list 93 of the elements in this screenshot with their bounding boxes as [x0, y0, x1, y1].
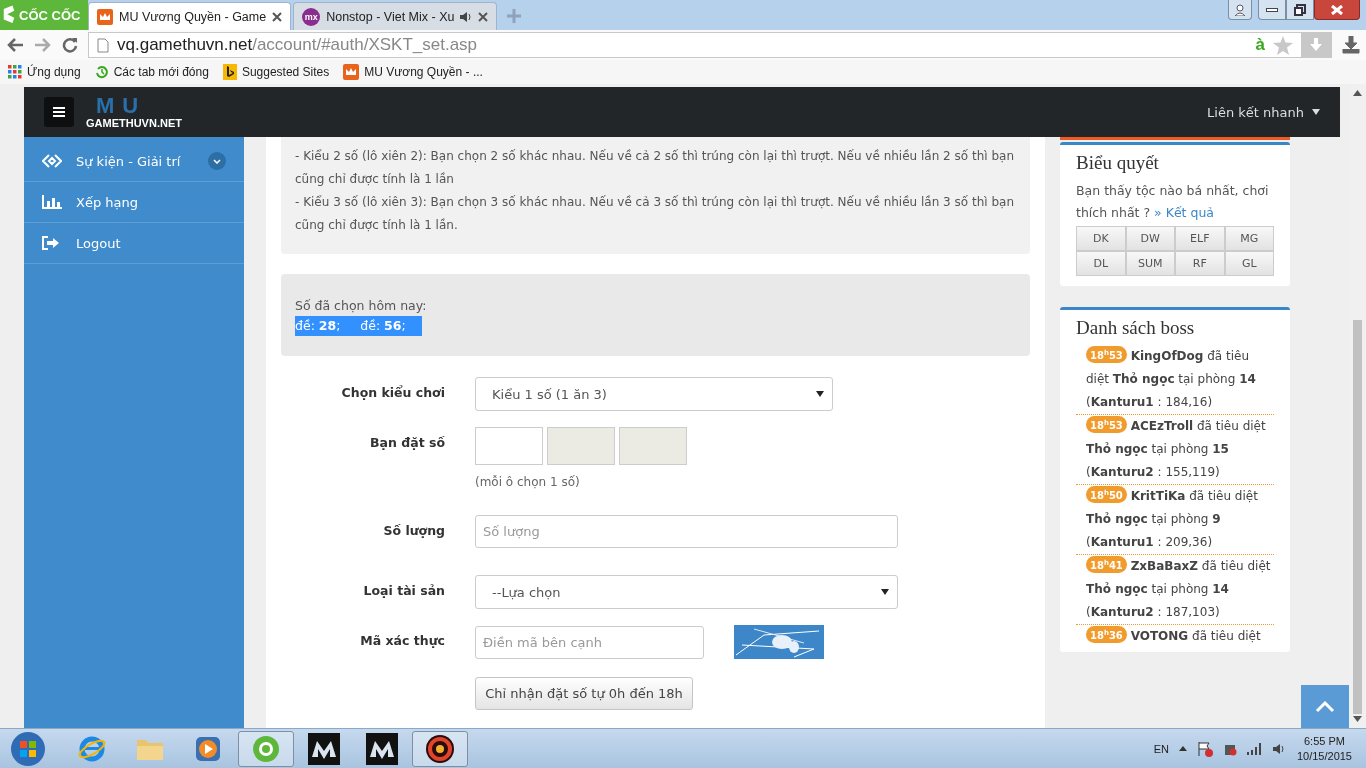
signal-icon[interactable]: [1246, 742, 1263, 755]
apps-grid-icon: [8, 65, 22, 79]
results-link[interactable]: » Kết quả: [1154, 205, 1214, 220]
page-icon: [97, 37, 109, 53]
boss-entry: 18$^{h}$53 ACEzTroll đã tiêu diệt Thỏ ngọc tại phòng 15 (Kanturu2 : 155,119): [1086, 415, 1274, 484]
bookmark-link[interactable]: Các tab mới đóng: [94, 65, 209, 79]
form-label: Số lượng: [382, 522, 445, 538]
minimize-icon: [1266, 7, 1278, 12]
game-icon: [308, 732, 340, 765]
browser-tab[interactable]: MU Vương Quyền - Game: [88, 2, 292, 30]
scroll-up-icon[interactable]: [1353, 90, 1362, 96]
quantity-field[interactable]: Số lượng: [475, 515, 898, 548]
bookmark-star-icon[interactable]: [1273, 35, 1293, 55]
crown-icon: [343, 64, 360, 80]
vote-option[interactable]: DW: [1125, 226, 1175, 251]
restore-button[interactable]: [1286, 0, 1314, 20]
chosen-numbers: đề: 28; đề: 56;: [295, 316, 422, 336]
chevron-down-icon[interactable]: [208, 152, 226, 170]
game-icon: [424, 732, 456, 765]
minimize-button[interactable]: [1258, 0, 1286, 20]
vote-option[interactable]: GL: [1224, 251, 1274, 276]
sidebar-item[interactable]: Xếp hạng: [24, 182, 244, 223]
site-logo[interactable]: GAMETHUVN.NET: [86, 117, 182, 129]
browser-icon: [251, 733, 281, 764]
vote-question: Bạn thấy tộc nào bá nhất, chơi thích nhất ? » Kết quả: [1076, 182, 1270, 222]
taskbar-app[interactable]: [412, 730, 468, 767]
scroll-down-icon[interactable]: [1353, 716, 1362, 722]
number-field[interactable]: [475, 427, 543, 465]
submit-button[interactable]: Chỉ nhận đặt số tự 0h đến 18h: [475, 677, 693, 710]
back-icon[interactable]: [6, 37, 24, 53]
browser-tab[interactable]: mx Nonstop - Viet Mix - Xu: [293, 2, 498, 30]
close-icon[interactable]: [478, 11, 489, 22]
logo-icon: [2, 4, 16, 26]
bookmark-link[interactable]: MU Vương Quyền - ...: [343, 64, 483, 80]
close-icon[interactable]: [272, 11, 283, 22]
scroll-to-top-button[interactable]: [1301, 685, 1349, 728]
download-icon[interactable]: [1342, 36, 1360, 54]
arrow-down-icon: [1309, 38, 1323, 52]
start-button[interactable]: [8, 729, 48, 768]
hint-text: (mỗi ô chọn 1 số): [475, 475, 581, 489]
history-icon: [94, 65, 109, 79]
clock[interactable]: 6:55 PM 10/15/2015: [1296, 733, 1352, 764]
dropdown[interactable]: --Lựa chọn: [475, 575, 898, 609]
sidebar-item[interactable]: Logout: [24, 223, 244, 264]
language-indicator[interactable]: EN: [1153, 742, 1169, 755]
chevron-up-icon: [1315, 700, 1335, 713]
bar-chart-icon: [42, 195, 62, 209]
close-icon: [1331, 4, 1343, 15]
card-title: Danh sách boss: [1076, 317, 1196, 339]
volume-icon[interactable]: [1272, 742, 1287, 755]
vote-option[interactable]: SUM: [1125, 251, 1175, 276]
flag-icon[interactable]: [1196, 740, 1213, 757]
rule-text: - Kiểu 3 số (lô xiên 3): Bạn chọn 3 số khác nhau. Nếu về cả 3 số thì trúng còn lại thì trượt. Nếu về nhiều lần 3 số thì bạn cũng chỉ được tính là 1 lần.: [295, 194, 1015, 234]
caret-up-icon[interactable]: [1178, 746, 1187, 751]
captcha-field[interactable]: Điền mã bên cạnh: [475, 625, 704, 659]
menu-icon: [53, 107, 65, 117]
boss-entry: 18$^{h}$50 KritTiKa đã tiêu diệt Thỏ ngọc tại phòng 9 (Kanturu1 : 209,36): [1086, 485, 1274, 554]
form-label: Chọn kiểu chơi: [340, 384, 445, 400]
bookmark-link[interactable]: Suggested Sites: [222, 64, 330, 80]
vote-option[interactable]: DK: [1076, 226, 1126, 251]
person-icon: [1234, 3, 1246, 16]
boss-entry: 18$^{h}$36 VOTONG đã tiêu diệt: [1086, 625, 1274, 648]
caret-down-icon: [881, 589, 889, 595]
form-label: Loại tài sản: [362, 582, 445, 598]
form-label: Mã xác thực: [359, 632, 445, 648]
sidebar-item[interactable]: Sự kiện - Giải trí: [24, 141, 244, 182]
dropdown[interactable]: Kiểu 1 số (1 ăn 3): [475, 377, 833, 411]
form-label: Bạn đặt số: [369, 434, 445, 450]
boss-entry: 18$^{h}$41 ZxBaBaxZ đã tiêu diệt Thỏ ngọc tại phòng 14 (Kanturu2 : 187,103): [1086, 555, 1274, 624]
crown-icon: [97, 8, 113, 25]
card-title: Biểu quyết: [1076, 152, 1160, 174]
quick-links-menu[interactable]: Liên kết nhanh: [1207, 104, 1320, 120]
restore-icon: [1294, 3, 1306, 16]
boss-entry: 18$^{h}$53 KingOfDog đã tiêu diệt Thỏ ngọc tại phòng 14 (Kanturu1 : 184,16): [1086, 345, 1274, 414]
reload-icon[interactable]: [62, 37, 78, 53]
vote-option[interactable]: DL: [1076, 251, 1126, 276]
rule-text: - Kiểu 2 số (lô xiên 2): Bạn chọn 2 số khác nhau. Nếu về cả 2 số thì trúng còn lại thì trượt. Nếu về nhiều lần 2 số thì bạn cũng chỉ được tính là 1 lần: [295, 148, 1015, 188]
bing-logo-icon: [222, 64, 237, 80]
vote-option[interactable]: ELF: [1175, 226, 1225, 251]
tab-favicon: mx: [302, 7, 321, 26]
link-icon: [42, 154, 62, 168]
caret-down-icon: [1312, 109, 1320, 115]
caret-down-icon: [816, 391, 824, 397]
profile-button[interactable]: [1228, 0, 1252, 20]
media-player-icon: [194, 734, 222, 763]
chosen-label: Số đã chọn hôm nay:: [295, 297, 428, 315]
menu-button[interactable]: [44, 97, 74, 127]
vote-option[interactable]: RF: [1175, 251, 1225, 276]
bookmark-link[interactable]: Ứng dụng: [8, 65, 81, 79]
game-icon: [366, 732, 398, 765]
vote-option[interactable]: MG: [1224, 226, 1274, 251]
address-bar[interactable]: vq.gamethuvn.net/account/#auth/XSKT_set.asp à: [88, 32, 1332, 58]
close-window-button[interactable]: [1314, 0, 1360, 20]
